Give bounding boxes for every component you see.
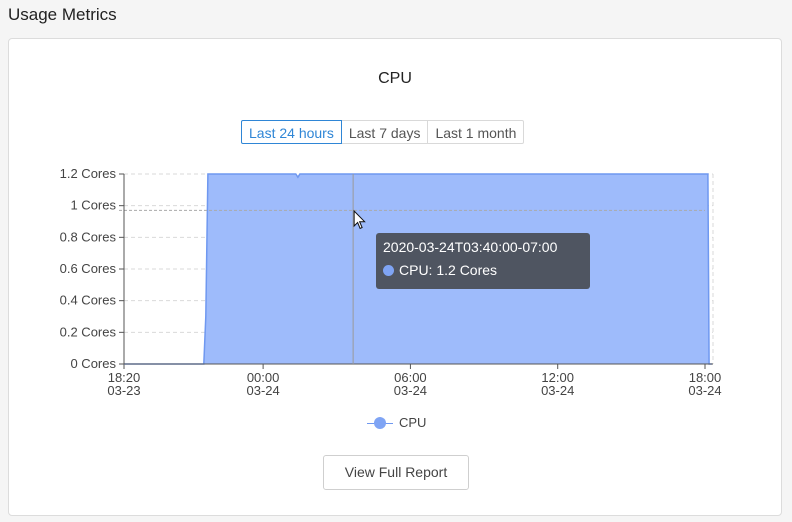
- y-tick-label: 0.6 Cores: [60, 261, 117, 276]
- y-tick-label: 1.2 Cores: [60, 166, 117, 181]
- x-tick-date-label: 03-24: [541, 383, 574, 398]
- tooltip-time: 2020-03-24T03:40:00-07:00: [383, 239, 558, 255]
- y-tick-label: 0.8 Cores: [60, 229, 117, 244]
- legend-marker: [367, 416, 393, 430]
- x-tick-date-label: 03-24: [688, 383, 721, 398]
- x-tick-date-label: 03-24: [246, 383, 279, 398]
- tooltip-series-marker: [383, 264, 394, 276]
- chart-legend[interactable]: CPU: [367, 415, 426, 430]
- legend-label-cpu: CPU: [399, 415, 427, 430]
- range-last-24-hours-button[interactable]: Last 24 hours: [241, 120, 342, 144]
- y-tick-label: 0.2 Cores: [60, 324, 117, 339]
- cpu-chart-card: CPU Last 24 hours Last 7 days Last 1 mon…: [8, 38, 782, 516]
- y-tick-label: 1 Cores: [70, 198, 116, 213]
- tooltip-series-value: CPU: 1.2 Cores: [399, 262, 498, 278]
- view-full-report-button[interactable]: View Full Report: [323, 455, 469, 490]
- chart-tooltip: 2020-03-24T03:40:00-07:00 CPU: 1.2 Cores: [376, 233, 590, 289]
- x-tick-date-label: 03-23: [107, 383, 140, 398]
- x-tick-date-label: 03-24: [394, 383, 427, 398]
- page-title: Usage Metrics: [8, 5, 117, 24]
- y-tick-label: 0 Cores: [70, 356, 116, 371]
- y-tick-label: 0.4 Cores: [60, 293, 117, 308]
